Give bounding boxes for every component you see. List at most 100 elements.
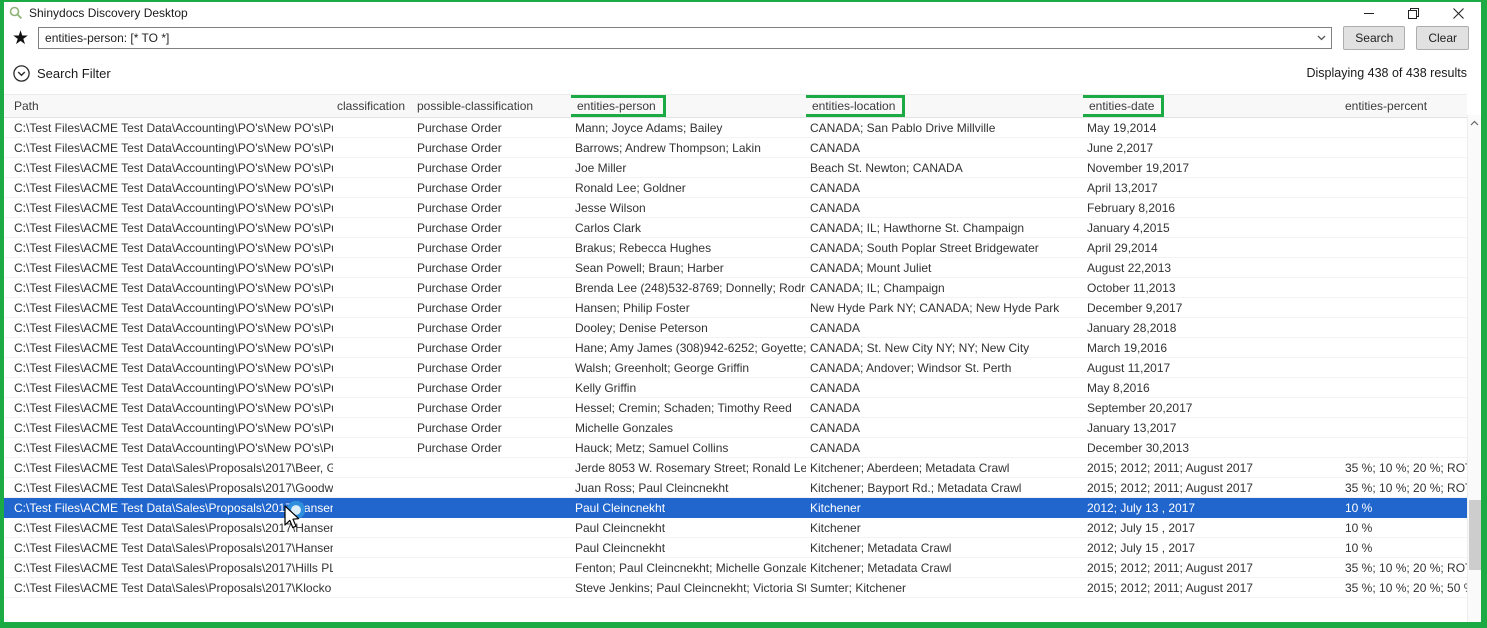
cell-path: C:\Test Files\ACME Test Data\Sales\Propo…: [4, 458, 333, 478]
cell-entities-date: January 13,2017: [1083, 418, 1341, 438]
cell-possible-classification: [413, 478, 571, 498]
cell-path: C:\Test Files\ACME Test Data\Accounting\…: [4, 438, 333, 458]
cell-entities-location: Kitchener: [806, 498, 1083, 518]
search-button[interactable]: Search: [1343, 26, 1405, 50]
cell-classification: [333, 298, 413, 318]
column-header-entities-date[interactable]: entities-date: [1083, 95, 1341, 118]
table-row[interactable]: C:\Test Files\ACME Test Data\Sales\Propo…: [4, 498, 1467, 518]
table-row[interactable]: C:\Test Files\ACME Test Data\Accounting\…: [4, 198, 1467, 218]
cell-possible-classification: Purchase Order: [413, 238, 571, 258]
minimize-button[interactable]: [1346, 2, 1391, 24]
cell-entities-person: Jerde 8053 W. Rosemary Street; Ronald Le…: [571, 458, 806, 478]
table-row[interactable]: C:\Test Files\ACME Test Data\Sales\Propo…: [4, 478, 1467, 498]
table-row[interactable]: C:\Test Files\ACME Test Data\Accounting\…: [4, 118, 1467, 138]
cell-entities-location: CANADA; IL; Champaign: [806, 278, 1083, 298]
column-header-entities-person[interactable]: entities-person: [571, 95, 806, 118]
cell-classification: [333, 178, 413, 198]
cell-entities-location: CANADA: [806, 138, 1083, 158]
cell-entities-date: 2015; 2012; 2011; August 2017: [1083, 578, 1341, 598]
table-row[interactable]: C:\Test Files\ACME Test Data\Accounting\…: [4, 178, 1467, 198]
cell-entities-date: August 22,2013: [1083, 258, 1341, 278]
scroll-up-button[interactable]: [1468, 115, 1481, 130]
scrollbar-thumb[interactable]: [1469, 500, 1481, 570]
maximize-button[interactable]: [1391, 2, 1436, 24]
column-header-entities-location[interactable]: entities-location: [806, 95, 1083, 118]
cell-entities-location: CANADA: [806, 418, 1083, 438]
table-row[interactable]: C:\Test Files\ACME Test Data\Accounting\…: [4, 218, 1467, 238]
cell-path: C:\Test Files\ACME Test Data\Accounting\…: [4, 298, 333, 318]
table-row[interactable]: C:\Test Files\ACME Test Data\Sales\Propo…: [4, 518, 1467, 538]
cell-path: C:\Test Files\ACME Test Data\Sales\Propo…: [4, 518, 333, 538]
cell-entities-location: CANADA; IL; Hawthorne St. Champaign: [806, 218, 1083, 238]
cell-entities-person: Mann; Joyce Adams; Bailey: [571, 118, 806, 138]
cell-entities-percent: [1341, 258, 1467, 278]
table-row[interactable]: C:\Test Files\ACME Test Data\Accounting\…: [4, 138, 1467, 158]
table-row[interactable]: C:\Test Files\ACME Test Data\Accounting\…: [4, 338, 1467, 358]
table-row[interactable]: C:\Test Files\ACME Test Data\Sales\Propo…: [4, 558, 1467, 578]
cell-possible-classification: Purchase Order: [413, 118, 571, 138]
cell-entities-person: Hauck; Metz; Samuel Collins: [571, 438, 806, 458]
table-row[interactable]: C:\Test Files\ACME Test Data\Accounting\…: [4, 158, 1467, 178]
cell-path: C:\Test Files\ACME Test Data\Accounting\…: [4, 178, 333, 198]
cell-entities-percent: 10 %: [1341, 498, 1467, 518]
cell-classification: [333, 238, 413, 258]
cell-entities-percent: 10 %: [1341, 518, 1467, 538]
results-count: Displaying 438 of 438 results: [1306, 66, 1467, 80]
favorite-star-icon[interactable]: ★: [12, 29, 29, 48]
cell-entities-location: CANADA: [806, 438, 1083, 458]
table-row[interactable]: C:\Test Files\ACME Test Data\Accounting\…: [4, 358, 1467, 378]
cell-entities-date: 2012; July 15 , 2017: [1083, 538, 1341, 558]
cell-possible-classification: Purchase Order: [413, 318, 571, 338]
restore-icon: [1408, 8, 1419, 19]
cell-classification: [333, 358, 413, 378]
table-row[interactable]: C:\Test Files\ACME Test Data\Accounting\…: [4, 438, 1467, 458]
table-header-row: Pathclassificationpossible-classificatio…: [4, 95, 1467, 118]
table-row[interactable]: C:\Test Files\ACME Test Data\Accounting\…: [4, 238, 1467, 258]
cell-entities-percent: 35 %; 10 %; 20 %; ROT %;: [1341, 478, 1467, 498]
table-row[interactable]: C:\Test Files\ACME Test Data\Accounting\…: [4, 318, 1467, 338]
annotation-box: entities-location: [806, 95, 905, 117]
cell-possible-classification: Purchase Order: [413, 258, 571, 278]
cell-possible-classification: [413, 558, 571, 578]
title-bar: Shinydocs Discovery Desktop: [4, 2, 1481, 24]
column-header-path[interactable]: Path: [4, 95, 333, 118]
cell-possible-classification: Purchase Order: [413, 378, 571, 398]
cell-entities-date: 2015; 2012; 2011; August 2017: [1083, 458, 1341, 478]
cell-possible-classification: Purchase Order: [413, 218, 571, 238]
cell-entities-person: Ronald Lee; Goldner: [571, 178, 806, 198]
cell-path: C:\Test Files\ACME Test Data\Sales\Propo…: [4, 538, 333, 558]
cell-classification: [333, 538, 413, 558]
search-filter-toggle[interactable]: Search Filter: [13, 65, 111, 82]
table-row[interactable]: C:\Test Files\ACME Test Data\Accounting\…: [4, 378, 1467, 398]
table-row[interactable]: C:\Test Files\ACME Test Data\Sales\Propo…: [4, 538, 1467, 558]
table-row[interactable]: C:\Test Files\ACME Test Data\Accounting\…: [4, 398, 1467, 418]
cell-path: C:\Test Files\ACME Test Data\Accounting\…: [4, 278, 333, 298]
table-row[interactable]: C:\Test Files\ACME Test Data\Accounting\…: [4, 258, 1467, 278]
cell-entities-percent: [1341, 198, 1467, 218]
close-button[interactable]: [1436, 2, 1481, 24]
cell-possible-classification: [413, 458, 571, 478]
table-row[interactable]: C:\Test Files\ACME Test Data\Sales\Propo…: [4, 458, 1467, 478]
cell-classification: [333, 318, 413, 338]
cell-entities-date: April 29,2014: [1083, 238, 1341, 258]
table-row[interactable]: C:\Test Files\ACME Test Data\Sales\Propo…: [4, 578, 1467, 598]
table-row[interactable]: C:\Test Files\ACME Test Data\Accounting\…: [4, 418, 1467, 438]
column-header-possible-classification[interactable]: possible-classification: [413, 95, 571, 118]
cell-entities-percent: 10 %: [1341, 538, 1467, 558]
cell-possible-classification: Purchase Order: [413, 298, 571, 318]
vertical-scrollbar[interactable]: [1467, 115, 1481, 622]
cell-possible-classification: Purchase Order: [413, 278, 571, 298]
table-row[interactable]: C:\Test Files\ACME Test Data\Accounting\…: [4, 298, 1467, 318]
search-input[interactable]: [38, 27, 1332, 49]
annotation-box: entities-person: [571, 95, 666, 117]
cell-entities-person: Kelly Griffin: [571, 378, 806, 398]
column-header-classification[interactable]: classification: [333, 95, 413, 118]
clear-button[interactable]: Clear: [1416, 26, 1469, 50]
cell-entities-person: Barrows; Andrew Thompson; Lakin: [571, 138, 806, 158]
table-row[interactable]: C:\Test Files\ACME Test Data\Accounting\…: [4, 278, 1467, 298]
cell-entities-location: CANADA: [806, 378, 1083, 398]
combo-dropdown-icon[interactable]: [1312, 28, 1330, 48]
cell-classification: [333, 478, 413, 498]
cell-entities-percent: [1341, 318, 1467, 338]
column-header-entities-percent[interactable]: entities-percent: [1341, 95, 1467, 118]
